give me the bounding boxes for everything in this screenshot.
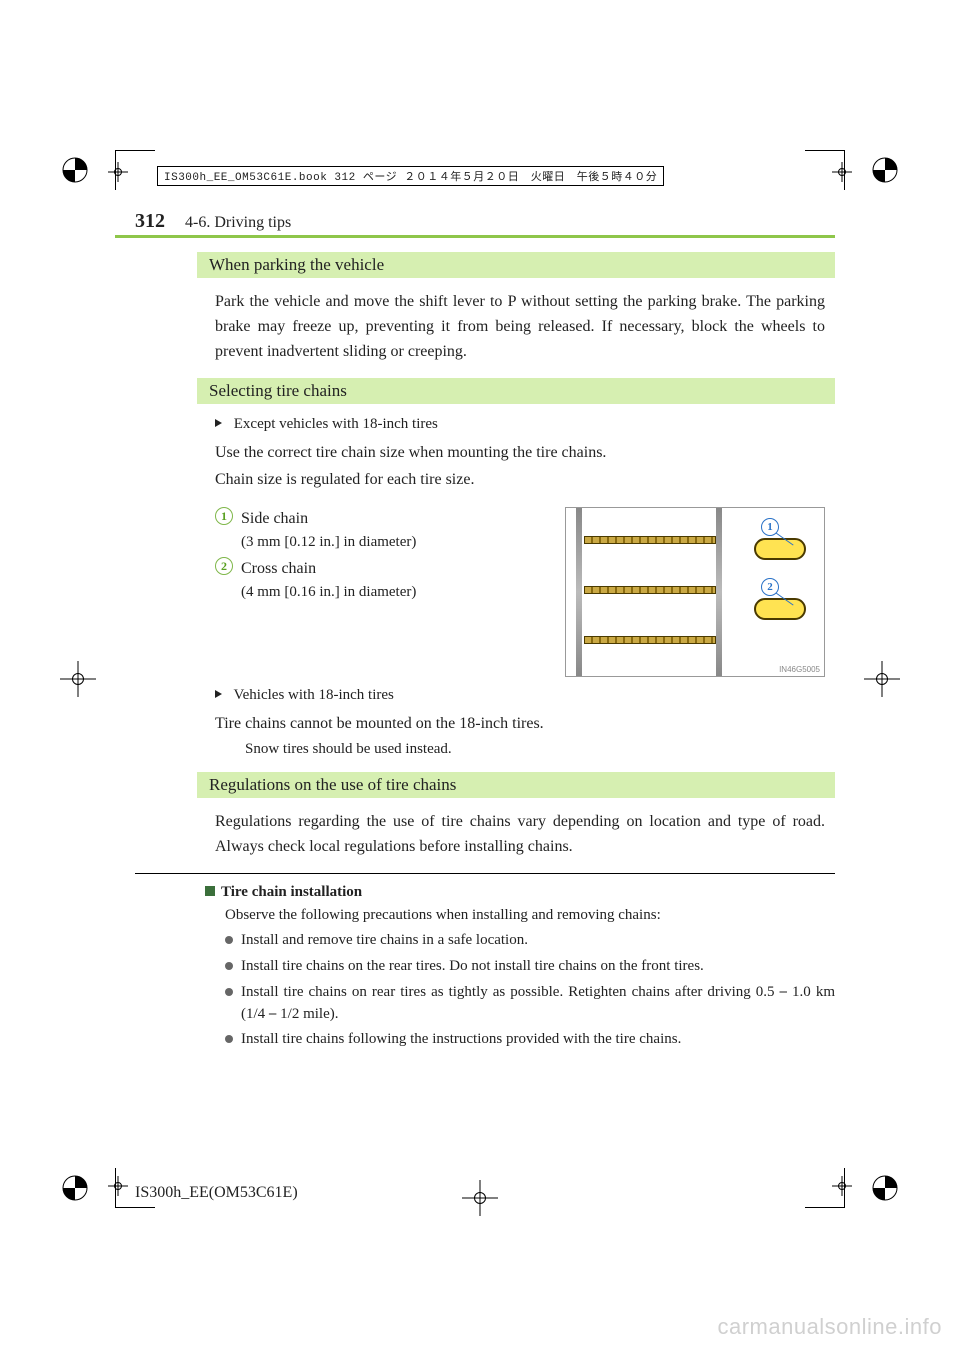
subhead-except-18: Except vehicles with 18-inch tires	[215, 416, 835, 433]
heading-parking: When parking the vehicle	[197, 252, 835, 278]
item-detail: (4 mm [0.16 in.] in diameter)	[241, 581, 545, 604]
para-18inch-1: Tire chains cannot be mounted on the 18-…	[215, 712, 825, 737]
crop-corner	[805, 150, 845, 190]
para-chain-size-2: Chain size is regulated for each tire si…	[215, 468, 825, 493]
subheading-text: Tire chain installation	[221, 884, 362, 900]
list-item: Install tire chains on rear tires as tig…	[225, 982, 835, 1026]
reg-mark	[870, 1173, 900, 1203]
crosshair-icon	[864, 661, 900, 697]
heading-chains: Selecting tire chains	[197, 378, 835, 404]
reg-mark	[870, 155, 900, 185]
callout-1: 1	[761, 518, 779, 536]
item-title: Side chain	[241, 510, 308, 527]
triangle-bullet-icon	[215, 419, 222, 427]
triangle-bullet-icon	[215, 690, 222, 698]
reg-mark	[60, 1173, 90, 1203]
list-item: Install tire chains following the instru…	[225, 1029, 835, 1051]
list-item: Install and remove tire chains in a safe…	[225, 930, 835, 952]
subheading-install: Tire chain installation	[205, 884, 835, 901]
crop-corner	[115, 150, 155, 190]
subhead-label: Except vehicles with 18-inch tires	[234, 416, 438, 432]
crosshair-icon	[462, 1180, 498, 1216]
item-detail: (3 mm [0.12 in.] in diameter)	[241, 531, 545, 554]
footer-model-code: IS300h_EE(OM53C61E)	[135, 1184, 298, 1202]
divider	[135, 873, 835, 874]
circled-number-icon: 2	[215, 557, 233, 575]
header-rule	[115, 235, 835, 238]
crosshair-icon	[60, 661, 96, 697]
para-install-intro: Observe the following precautions when i…	[225, 907, 835, 924]
para-18inch-2: Snow tires should be used instead.	[245, 741, 835, 758]
reg-mark	[60, 155, 90, 185]
subhead-with-18: Vehicles with 18-inch tires	[215, 687, 835, 704]
heading-regs: Regulations on the use of tire chains	[197, 772, 835, 798]
callout-2: 2	[761, 578, 779, 596]
watermark: carmanualsonline.info	[717, 1314, 942, 1340]
page-number: 312	[135, 210, 165, 233]
running-header: 312 4-6. Driving tips	[135, 210, 835, 233]
figure-id: IN46G5005	[779, 665, 820, 674]
crop-corner	[805, 1168, 845, 1208]
print-header-text: IS300h_EE_OM53C61E.book 312 ページ ２０１４年５月２…	[157, 166, 664, 186]
list-item: 2 Cross chain (4 mm [0.16 in.] in diamet…	[215, 557, 545, 604]
tire-chain-diagram: 1 2 IN46G5005	[565, 507, 825, 677]
print-header: IS300h_EE_OM53C61E.book 312 ページ ２０１４年５月２…	[157, 166, 664, 186]
list-item: Install tire chains on the rear tires. D…	[225, 956, 835, 978]
item-title: Cross chain	[241, 560, 316, 577]
page-body: 312 4-6. Driving tips When parking the v…	[135, 210, 835, 1055]
square-bullet-icon	[205, 886, 215, 896]
list-item: 1 Side chain (3 mm [0.12 in.] in diamete…	[215, 507, 545, 554]
para-parking: Park the vehicle and move the shift leve…	[215, 290, 825, 364]
para-chain-size-1: Use the correct tire chain size when mou…	[215, 441, 825, 466]
para-regs: Regulations regarding the use of tire ch…	[215, 810, 825, 860]
circled-number-icon: 1	[215, 507, 233, 525]
subhead-label: Vehicles with 18-inch tires	[233, 687, 393, 703]
install-bullet-list: Install and remove tire chains in a safe…	[225, 930, 835, 1051]
section-label: 4-6. Driving tips	[185, 214, 291, 232]
chain-spec-row: 1 Side chain (3 mm [0.12 in.] in diamete…	[215, 507, 835, 677]
